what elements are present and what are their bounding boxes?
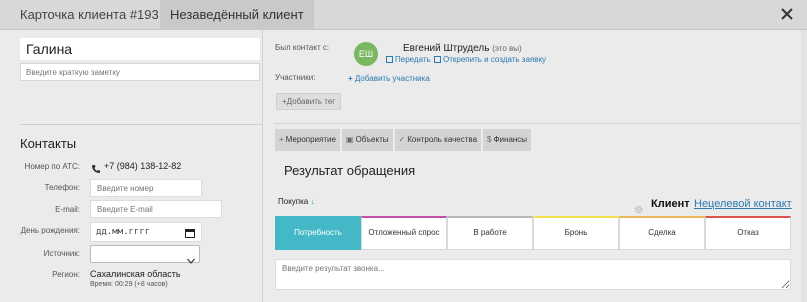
unpin-link[interactable]: Открепить и создать заявку: [434, 55, 546, 64]
phone-input[interactable]: [90, 179, 202, 197]
result-heading: Результат обращения: [284, 163, 416, 178]
birthday-label: День рождения:: [20, 226, 80, 235]
region-label: Регион:: [52, 270, 80, 279]
add-tag-label: Добавить тег: [286, 97, 336, 106]
tab-event[interactable]: + Мероприятие: [275, 129, 340, 151]
tab-event-label: Мероприятие: [285, 135, 336, 144]
ats-number-value: +7 (984) 138-12-82: [104, 161, 182, 171]
email-label: E-mail:: [55, 205, 80, 214]
scrollbar[interactable]: [801, 30, 807, 302]
divider: [20, 124, 263, 125]
call-result-textarea[interactable]: [275, 259, 791, 290]
unpin-icon: [434, 56, 441, 63]
nontarget-contact-link[interactable]: Нецелевой контакт: [694, 198, 792, 210]
transfer-link[interactable]: Передать: [386, 55, 431, 64]
email-input[interactable]: [90, 200, 222, 218]
deal-type-toggle[interactable]: Покупка ↓: [278, 197, 314, 206]
transfer-link-label: Передать: [395, 55, 431, 64]
dollar-icon: $: [487, 135, 492, 144]
stage-refusal[interactable]: Отказ: [705, 216, 791, 250]
client-card-title: Карточка клиента #193: [20, 7, 159, 22]
result-stages: Потребность Отложенный спрос В работе Бр…: [275, 216, 791, 250]
region-value: Сахалинская область: [90, 269, 181, 279]
note-input[interactable]: [20, 63, 260, 81]
deal-type-label: Покупка: [278, 197, 309, 206]
agent-you-label: (это вы): [492, 44, 522, 53]
plus-icon: +: [348, 74, 353, 83]
participants-label: Участники:: [275, 73, 316, 82]
source-select[interactable]: [90, 245, 200, 264]
agent-name: Евгений Штрудель (это вы): [403, 43, 522, 54]
objects-icon: ▣: [345, 135, 354, 144]
avatar: ЕШ: [354, 42, 378, 66]
tab-finance-label: Финансы: [493, 135, 528, 144]
chevron-down-icon: [187, 251, 195, 264]
tab-quality-control-label: Контроль качества: [407, 135, 478, 144]
birthday-value: дд.мм.гггг: [96, 227, 151, 237]
plus-icon: +: [279, 135, 284, 144]
ats-number-label: Номер по АТС:: [24, 162, 80, 171]
stage-deferred-demand[interactable]: Отложенный спрос: [361, 216, 447, 250]
divider: [274, 123, 807, 124]
region-time: Время: 00:29 (+8 часов): [90, 281, 168, 288]
client-type-label[interactable]: Клиент: [651, 198, 690, 210]
add-tag-button[interactable]: +Добавить тег: [276, 93, 342, 110]
source-label: Источник:: [43, 249, 80, 258]
stage-booking[interactable]: Бронь: [533, 216, 619, 250]
phone-icon: [91, 161, 101, 173]
tab-finance[interactable]: $ Финансы: [483, 129, 532, 151]
stage-deal[interactable]: Сделка: [619, 216, 705, 250]
phone-check-icon: ✓: [398, 135, 406, 144]
client-status-tag[interactable]: Незаведённый клиент: [160, 0, 314, 30]
window-header: Карточка клиента #193 Незаведённый клиен…: [0, 0, 807, 30]
client-name-input[interactable]: [20, 38, 260, 60]
contacts-heading: Контакты: [20, 136, 77, 151]
was-contact-label: Был контакт с:: [275, 43, 330, 52]
tab-quality-control[interactable]: ✓ Контроль качества: [394, 129, 482, 151]
action-tabs: + Мероприятие ▣ Объекты ✓ Контроль качества…: [275, 129, 532, 151]
main-panel: Был контакт с: ЕШ Евгений Штрудель (это …: [264, 30, 807, 302]
close-icon[interactable]: [777, 4, 797, 24]
gear-icon[interactable]: [634, 201, 643, 214]
agent-name-text: Евгений Штрудель: [403, 43, 490, 54]
unpin-link-label: Открепить и создать заявку: [443, 55, 547, 64]
birthday-date-input[interactable]: дд.мм.гггг: [90, 222, 202, 242]
transfer-icon: [386, 56, 393, 63]
phone-label: Телефон:: [44, 183, 80, 192]
client-info-panel: Контакты Номер по АТС: +7 (984) 138-12-8…: [0, 30, 263, 302]
arrow-down-icon: ↓: [310, 197, 315, 206]
add-participant-label: Добавить участника: [354, 74, 430, 83]
calendar-icon[interactable]: [185, 227, 195, 238]
tab-objects-label: Объекты: [355, 135, 389, 144]
stage-need[interactable]: Потребность: [275, 216, 361, 250]
stage-in-progress[interactable]: В работе: [447, 216, 533, 250]
add-participant-link[interactable]: + Добавить участника: [348, 74, 430, 83]
tab-objects[interactable]: ▣ Объекты: [341, 129, 393, 151]
